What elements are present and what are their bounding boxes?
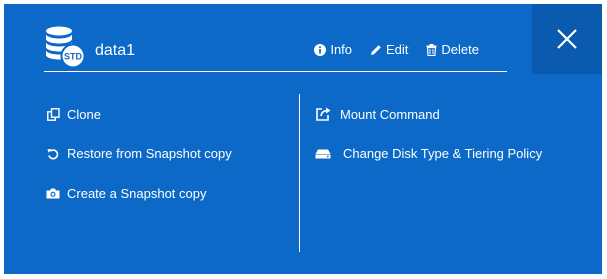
delete-label: Delete (441, 42, 479, 57)
create-snapshot-action[interactable]: Create a Snapshot copy (45, 183, 232, 203)
clone-icon (45, 106, 61, 122)
trash-icon (426, 43, 437, 56)
camera-icon (45, 185, 61, 201)
pencil-icon (371, 44, 381, 55)
restore-action[interactable]: Restore from Snapshot copy (45, 144, 232, 164)
restore-icon (45, 146, 61, 162)
clone-action[interactable]: Clone (45, 104, 232, 124)
change-disk-type-action[interactable]: Change Disk Type & Tiering Policy (315, 144, 542, 164)
right-action-menu: Mount Command Change Disk Type & Tiering… (315, 104, 542, 183)
header-actions: Info Edit Delete (314, 42, 479, 57)
change-disk-type-label: Change Disk Type & Tiering Policy (343, 146, 543, 161)
restore-label: Restore from Snapshot copy (67, 146, 232, 161)
mount-command-label: Mount Command (340, 106, 440, 122)
disk-icon (315, 146, 331, 162)
edit-button[interactable]: Edit (370, 42, 408, 57)
svg-text:STD: STD (64, 52, 83, 62)
left-action-menu: Clone Restore from Snapshot copy Create … (45, 104, 232, 223)
delete-button[interactable]: Delete (426, 42, 479, 57)
close-icon (557, 29, 577, 49)
clone-label: Clone (67, 106, 101, 122)
volume-database-icon: STD (46, 26, 86, 69)
menu-divider (299, 94, 300, 252)
info-icon (314, 43, 327, 56)
edit-label: Edit (386, 42, 409, 57)
info-button[interactable]: Info (314, 42, 352, 57)
header-divider (44, 71, 507, 72)
info-label: Info (330, 42, 353, 57)
volume-name: data1 (95, 42, 136, 59)
create-snapshot-label: Create a Snapshot copy (67, 185, 207, 201)
mount-command-action[interactable]: Mount Command (315, 104, 542, 124)
panel-header: STD data1 Info Edit Delete (44, 26, 507, 70)
mount-icon (315, 106, 331, 122)
volume-actions-panel: STD data1 Info Edit Delete Clone Restore… (4, 4, 602, 274)
close-button[interactable] (532, 4, 602, 74)
